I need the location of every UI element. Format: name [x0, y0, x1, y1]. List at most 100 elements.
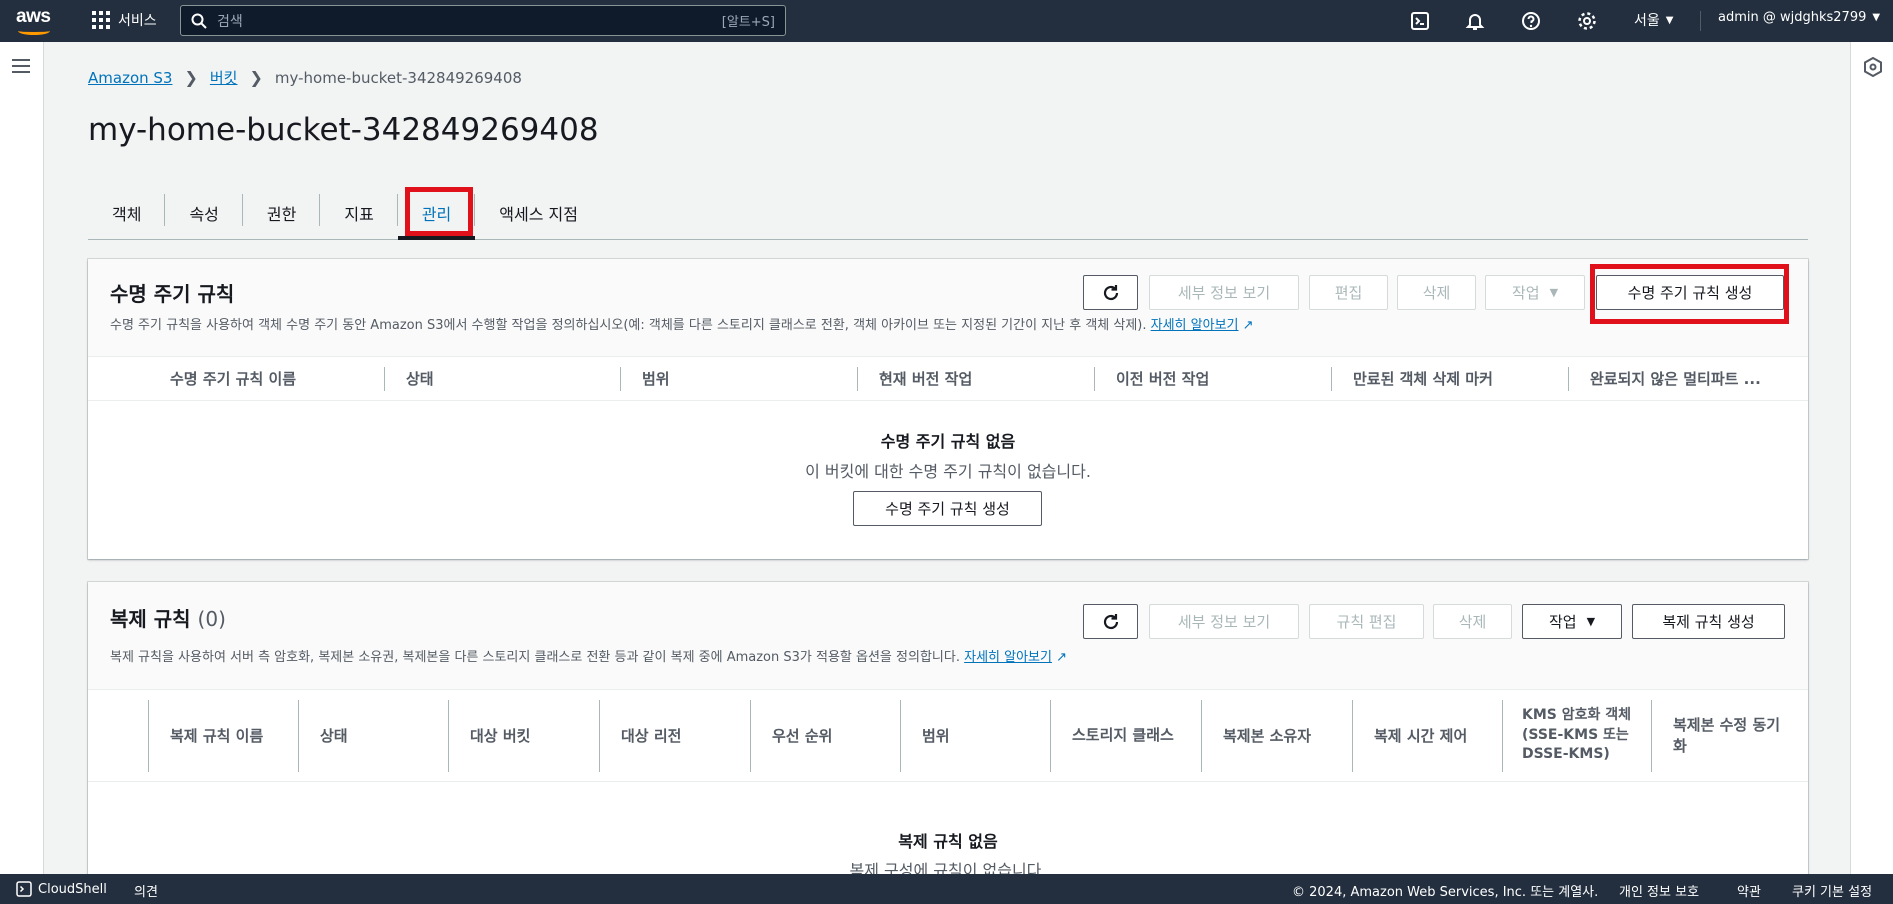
- cloudshell-label: CloudShell: [38, 881, 107, 897]
- tab-label: 객체: [112, 204, 142, 224]
- breadcrumb-s3-link[interactable]: Amazon S3: [88, 69, 172, 87]
- search-placeholder: 검색: [217, 13, 243, 30]
- account-label: admin @ wjdghks2799: [1718, 10, 1867, 25]
- aws-logo[interactable]: aws: [16, 6, 56, 36]
- notifications-bell-icon[interactable]: [1463, 9, 1487, 33]
- replication-title-text: 복제 규칙: [110, 607, 191, 631]
- replication-view-details-button[interactable]: 세부 정보 보기: [1149, 604, 1299, 639]
- caret-down-icon: ▼: [1665, 14, 1674, 26]
- column-header[interactable]: 복제 시간 제어: [1352, 690, 1502, 781]
- tab-metrics[interactable]: 지표: [320, 186, 398, 239]
- external-link-icon: ↗: [1056, 650, 1068, 665]
- services-label: 서비스: [118, 13, 157, 29]
- lifecycle-learn-more-link[interactable]: 자세히 알아보기: [1151, 318, 1239, 333]
- top-navigation: aws 서비스 검색 [알트+S] 서울 ▼ admin @ wjdghks27…: [0, 0, 1893, 42]
- column-header[interactable]: 복제 규칙 이름: [148, 690, 298, 781]
- terms-link[interactable]: 약관: [1737, 881, 1761, 900]
- caret-down-icon: ▼: [1586, 615, 1596, 628]
- column-header[interactable]: 범위: [900, 690, 1050, 781]
- column-header[interactable]: 대상 버킷: [448, 690, 599, 781]
- cloudshell-icon[interactable]: [1408, 9, 1432, 33]
- lifecycle-table-header: 수명 주기 규칙 이름 상태 범위 현재 버전 작업 이전 버전 작업 만료된 …: [88, 357, 1808, 401]
- region-label: 서울: [1634, 13, 1660, 29]
- help-icon[interactable]: [1519, 9, 1543, 33]
- column-header[interactable]: 상태: [298, 690, 448, 781]
- lifecycle-actions-dropdown[interactable]: 작업 ▼: [1485, 275, 1585, 310]
- search-icon: [191, 13, 207, 29]
- column-header[interactable]: KMS 암호화 객체(SSE-KMS 또는 DSSE-KMS): [1502, 690, 1651, 781]
- page-title: my-home-bucket-342849269408: [88, 112, 599, 148]
- lifecycle-delete-button[interactable]: 삭제: [1397, 275, 1476, 310]
- caret-down-icon: ▼: [1872, 12, 1881, 23]
- breadcrumb: Amazon S3 ❯ 버킷 ❯ my-home-bucket-34284926…: [88, 67, 522, 88]
- hamburger-menu-icon[interactable]: [12, 59, 30, 73]
- lifecycle-rules-panel: 수명 주기 규칙 수명 주기 규칙을 사용하여 객체 수명 주기 동안 Amaz…: [88, 259, 1808, 559]
- tab-label: 액세스 지점: [499, 204, 578, 224]
- aws-smile-icon: [18, 27, 50, 35]
- replication-refresh-button[interactable]: [1083, 604, 1138, 639]
- column-header[interactable]: 스토리지 클래스: [1050, 690, 1201, 781]
- tab-objects[interactable]: 객체: [88, 186, 166, 239]
- grid-icon: [92, 11, 110, 29]
- lifecycle-refresh-button[interactable]: [1083, 275, 1138, 310]
- column-header[interactable]: 완료되지 않은 멀티파트 ...: [1568, 357, 1808, 400]
- replication-title: 복제 규칙 (0): [110, 603, 226, 632]
- account-menu[interactable]: admin @ wjdghks2799 ▼: [1718, 10, 1880, 25]
- tab-properties[interactable]: 속성: [165, 186, 243, 239]
- tab-label: 속성: [189, 204, 219, 224]
- search-input[interactable]: 검색 [알트+S]: [180, 5, 786, 36]
- column-header[interactable]: 범위: [620, 357, 857, 400]
- replication-learn-more-link[interactable]: 자세히 알아보기: [964, 650, 1052, 665]
- aws-logo-text: aws: [16, 6, 51, 27]
- chevron-right-icon: ❯: [184, 68, 198, 87]
- column-header[interactable]: 대상 리전: [599, 690, 750, 781]
- lifecycle-description: 수명 주기 규칙을 사용하여 객체 수명 주기 동안 Amazon S3에서 수…: [110, 314, 1254, 333]
- region-selector[interactable]: 서울 ▼: [1634, 10, 1673, 30]
- column-header[interactable]: 우선 순위: [750, 690, 900, 781]
- refresh-icon: [1103, 613, 1118, 629]
- settings-gear-icon[interactable]: [1575, 9, 1599, 33]
- info-panel-icon[interactable]: [1864, 57, 1882, 77]
- tab-access-points[interactable]: 액세스 지점: [475, 186, 602, 239]
- column-header[interactable]: 만료된 객체 삭제 마커: [1331, 357, 1568, 400]
- column-header[interactable]: 현재 버전 작업: [857, 357, 1094, 400]
- search-shortcut: [알트+S]: [721, 15, 775, 30]
- lifecycle-title: 수명 주기 규칙: [110, 282, 235, 306]
- breadcrumb-current: my-home-bucket-342849269408: [274, 68, 522, 87]
- replication-edit-rule-button[interactable]: 규칙 편집: [1309, 604, 1424, 639]
- lifecycle-view-details-button[interactable]: 세부 정보 보기: [1149, 275, 1299, 310]
- replication-empty-title: 복제 규칙 없음: [898, 832, 998, 851]
- bucket-tabs: 객체 속성 권한 지표 관리 액세스 지점: [88, 186, 1808, 240]
- tab-permissions[interactable]: 권한: [243, 186, 321, 239]
- cloudshell-icon: [16, 881, 32, 897]
- column-header[interactable]: 복제본 수정 동기화: [1651, 690, 1801, 781]
- lifecycle-edit-button[interactable]: 편집: [1309, 275, 1388, 310]
- caret-down-icon: ▼: [1549, 286, 1559, 299]
- left-rail: [0, 42, 44, 874]
- select-column: [88, 357, 148, 400]
- replication-description: 복제 규칙을 사용하여 서버 측 암호화, 복제본 소유권, 복제본을 다른 스…: [110, 646, 1067, 665]
- services-menu-button[interactable]: 서비스: [92, 10, 157, 30]
- create-replication-rule-button[interactable]: 복제 규칙 생성: [1632, 604, 1785, 639]
- breadcrumb-buckets-link[interactable]: 버킷: [210, 67, 238, 88]
- column-header[interactable]: 수명 주기 규칙 이름: [148, 357, 384, 400]
- column-header[interactable]: 이전 버전 작업: [1094, 357, 1331, 400]
- column-header[interactable]: 복제본 소유자: [1201, 690, 1352, 781]
- replication-description-text: 복제 규칙을 사용하여 서버 측 암호화, 복제본 소유권, 복제본을 다른 스…: [110, 650, 960, 665]
- column-header[interactable]: 상태: [384, 357, 620, 400]
- create-lifecycle-rule-empty-button[interactable]: 수명 주기 규칙 생성: [853, 491, 1042, 526]
- cookie-preferences-link[interactable]: 쿠키 기본 설정: [1792, 881, 1872, 900]
- highlight-box-create-rule: [1590, 264, 1789, 324]
- actions-label: 작업: [1511, 284, 1540, 302]
- feedback-link[interactable]: 의견: [134, 881, 158, 900]
- replication-count: (0): [197, 607, 226, 631]
- replication-actions-dropdown[interactable]: 작업 ▼: [1522, 604, 1622, 639]
- highlight-box-management-tab: [405, 187, 473, 236]
- lifecycle-empty-title: 수명 주기 규칙 없음: [880, 432, 1016, 451]
- chevron-right-icon: ❯: [249, 68, 263, 87]
- privacy-link[interactable]: 개인 정보 보호: [1619, 881, 1699, 900]
- footer: CloudShell 의견 © 2024, Amazon Web Service…: [0, 874, 1893, 904]
- cloudshell-footer-button[interactable]: CloudShell: [16, 881, 107, 897]
- right-rail: [1850, 42, 1893, 874]
- replication-delete-button[interactable]: 삭제: [1433, 604, 1512, 639]
